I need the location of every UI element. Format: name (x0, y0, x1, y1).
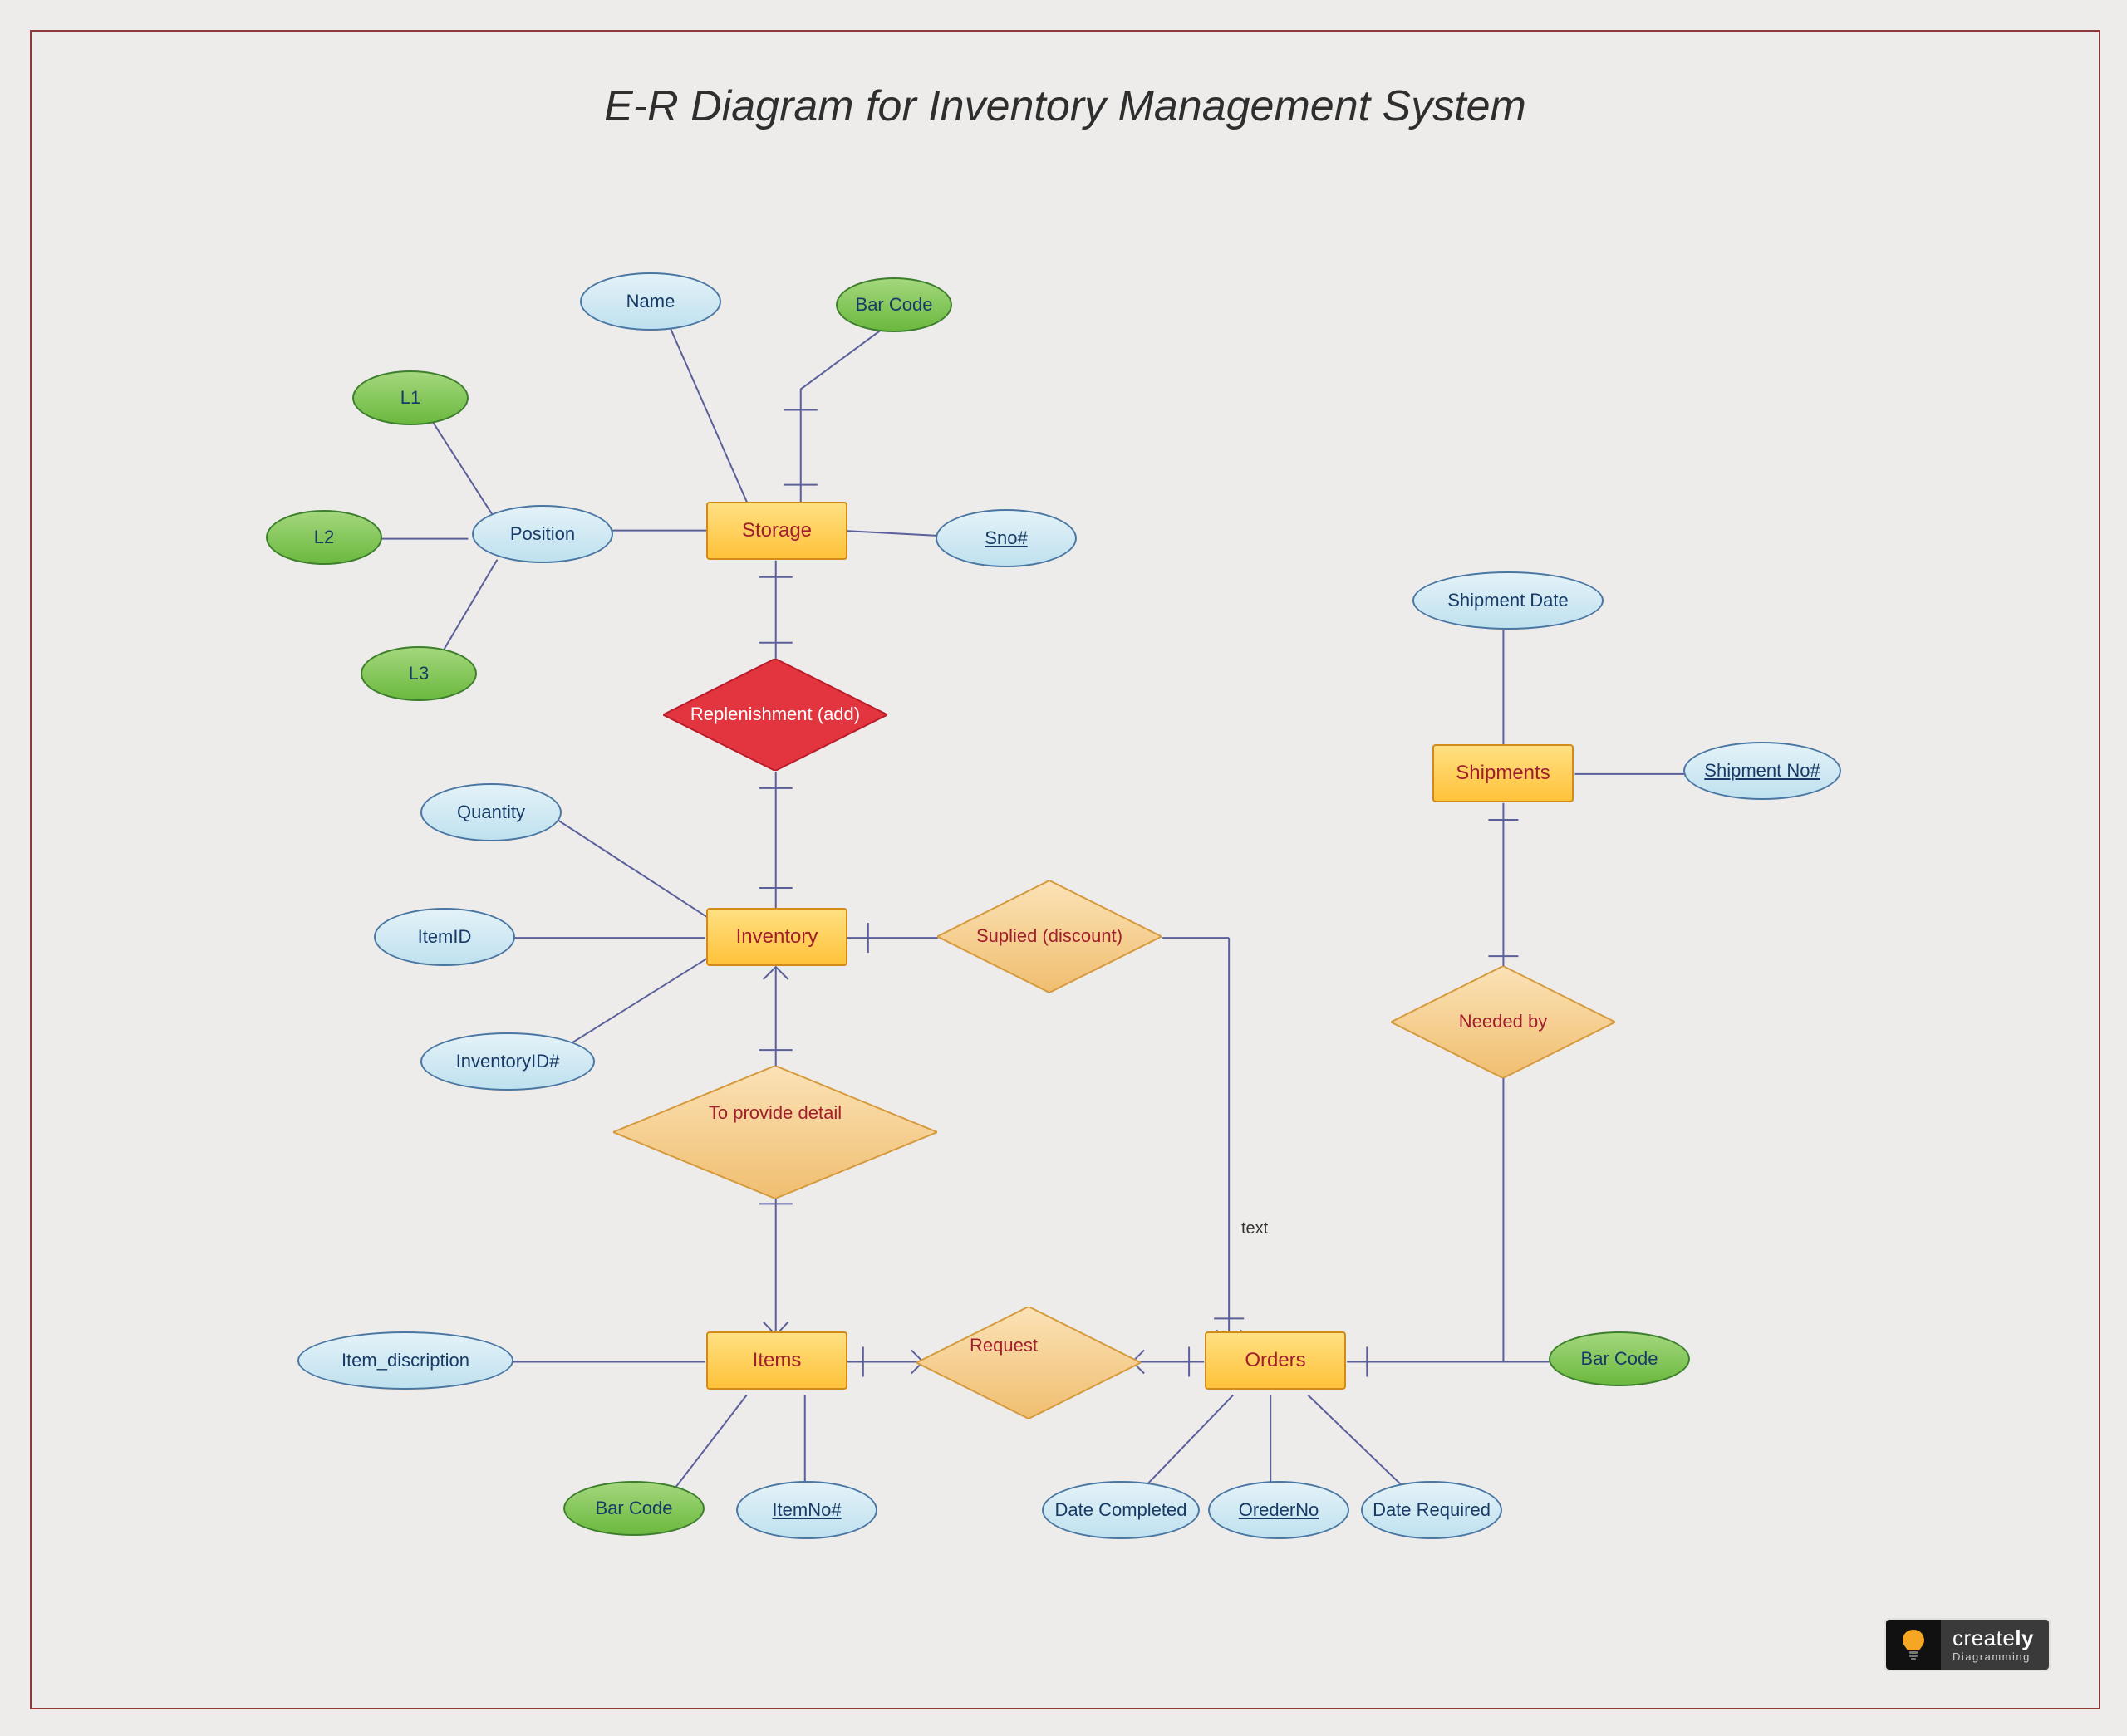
attr-inventory-itemid: ItemID (374, 908, 515, 966)
rel-request-label: Request (945, 1336, 1113, 1389)
entity-inventory-label: Inventory (736, 925, 818, 949)
entity-orders: Orders (1205, 1331, 1346, 1390)
entity-items-label: Items (753, 1349, 802, 1372)
attr-shipments-no: Shipment No# (1683, 742, 1841, 800)
attr-storage-position: Position (472, 505, 613, 563)
attr-position-l3: L3 (361, 646, 477, 701)
lightbulb-icon (1886, 1620, 1941, 1670)
entity-storage: Storage (706, 502, 847, 560)
entity-inventory: Inventory (706, 908, 847, 966)
connectors-layer (32, 32, 2099, 1708)
rel-supplied: Suplied (discount) (937, 880, 1162, 993)
rel-replenishment: Replenishment (add) (663, 659, 887, 771)
rel-provide-detail-label: To provide detail (684, 1103, 867, 1161)
creately-logo-text: creately Diagramming (1941, 1620, 2049, 1670)
rel-provide-detail: To provide detail (613, 1066, 937, 1199)
attr-orders-date-completed: Date Completed (1042, 1481, 1200, 1539)
entity-storage-label: Storage (742, 519, 812, 542)
entity-shipments-label: Shipments (1456, 762, 1550, 785)
attr-orders-barcode: Bar Code (1549, 1331, 1690, 1386)
attr-position-l2: L2 (266, 510, 382, 565)
edge-label-text: text (1241, 1219, 1268, 1238)
rel-needed-by-label: Needed by (1434, 1012, 1572, 1032)
rel-request: Request (916, 1307, 1141, 1419)
rel-supplied-label: Suplied (discount) (951, 926, 1147, 946)
attr-items-itemno: ItemNo# (736, 1481, 877, 1539)
diagram-canvas: E-R Diagram for Inventory Management Sys… (30, 30, 2100, 1709)
attr-storage-barcode: Bar Code (836, 277, 952, 332)
attr-inventory-quantity: Quantity (420, 783, 562, 841)
page: E-R Diagram for Inventory Management Sys… (0, 0, 2127, 1736)
attr-position-l1: L1 (352, 370, 469, 425)
attr-orders-date-required: Date Required (1361, 1481, 1502, 1539)
creately-logo: creately Diagramming (1886, 1620, 2049, 1670)
entity-shipments: Shipments (1432, 744, 1574, 802)
attr-items-barcode: Bar Code (563, 1481, 705, 1536)
rel-needed-by: Needed by (1391, 966, 1615, 1078)
rel-replenishment-label: Replenishment (add) (666, 704, 885, 724)
attr-shipments-date: Shipment Date (1412, 571, 1604, 630)
attr-inventory-inventoryid: InventoryID# (420, 1032, 595, 1091)
attr-storage-sno: Sno# (936, 509, 1077, 567)
attr-storage-name: Name (580, 272, 721, 331)
entity-orders-label: Orders (1245, 1349, 1305, 1372)
diagram-title: E-R Diagram for Inventory Management Sys… (32, 81, 2099, 131)
attr-orders-orderno: OrederNo (1208, 1481, 1349, 1539)
attr-items-description: Item_discription (297, 1331, 513, 1390)
entity-items: Items (706, 1331, 847, 1390)
